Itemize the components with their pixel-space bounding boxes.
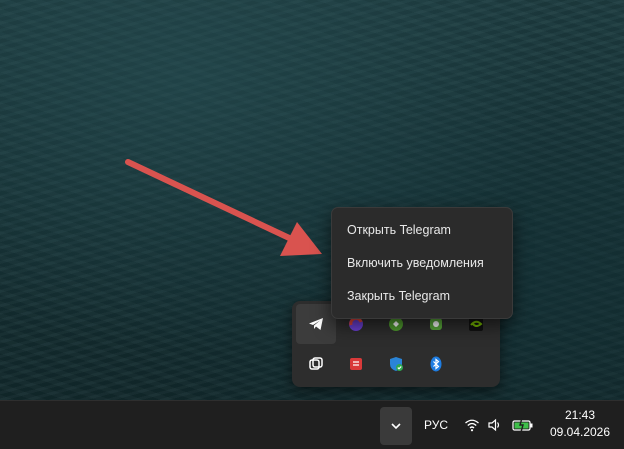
wifi-icon[interactable] [464, 417, 480, 433]
input-language-indicator[interactable]: РУС [424, 418, 448, 432]
menu-item-open-telegram[interactable]: Открыть Telegram [332, 214, 512, 247]
telegram-icon[interactable] [296, 304, 336, 344]
telegram-tray-context-menu: Открыть Telegram Включить уведомления За… [331, 207, 513, 319]
menu-item-close-telegram[interactable]: Закрыть Telegram [332, 280, 512, 313]
battery-charging-icon[interactable] [512, 417, 534, 433]
show-hidden-icons-button[interactable] [380, 407, 412, 445]
copy-app-icon[interactable] [296, 344, 336, 384]
volume-icon[interactable] [487, 417, 503, 433]
taskbar-clock[interactable]: 21:43 09.04.2026 [540, 407, 620, 441]
red-book-app-icon[interactable] [336, 344, 376, 384]
windows-security-icon[interactable] [376, 344, 416, 384]
menu-item-enable-notifications[interactable]: Включить уведомления [332, 247, 512, 280]
taskbar: РУС 21:43 09.04.2026 [0, 400, 624, 449]
clock-time: 21:43 [564, 408, 596, 422]
bluetooth-icon[interactable] [416, 344, 456, 384]
clock-date: 09.04.2026 [549, 425, 611, 439]
chevron-down-icon [391, 423, 401, 430]
